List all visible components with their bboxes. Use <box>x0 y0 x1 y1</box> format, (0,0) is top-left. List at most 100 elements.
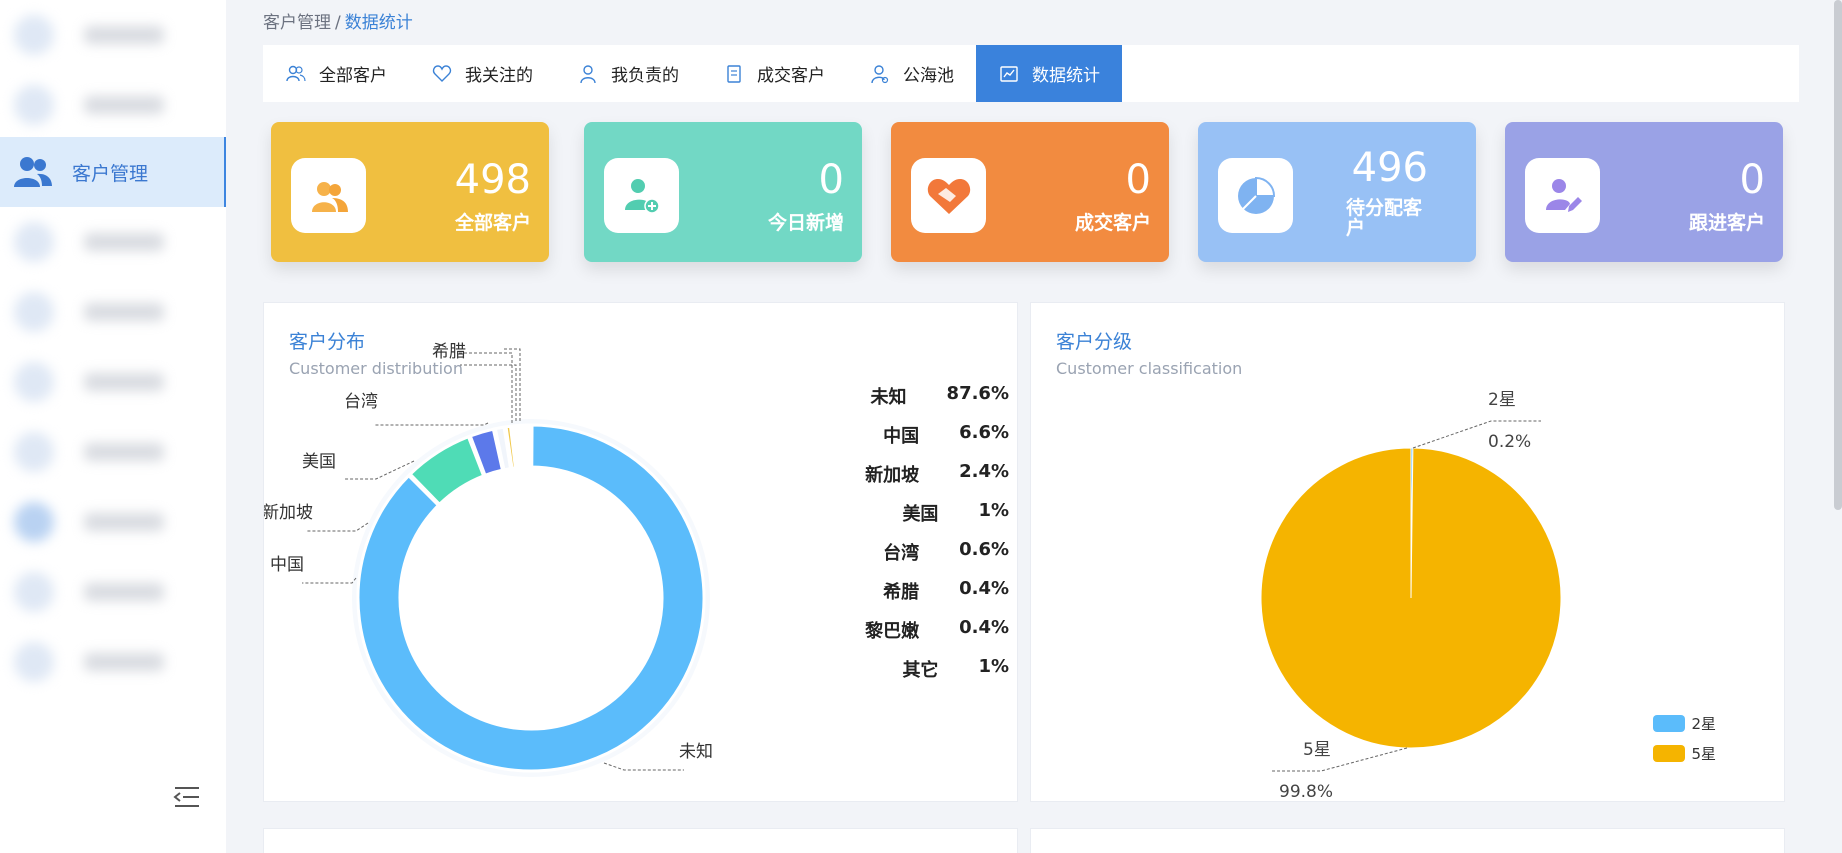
legend-name: 黎巴嫩 <box>865 621 920 642</box>
legend-swatch <box>1653 715 1686 732</box>
collapse-menu-icon[interactable] <box>172 782 202 812</box>
handshake-icon <box>911 158 986 233</box>
distribution-legend: 未知 87.6% 中国 6.6% 新加坡 2.4% 美国 1% 台湾 0.6% 希腊 0.4% 黎巴嫩 0… <box>829 383 1009 695</box>
tab-bar: 全部客户 我关注的 我负责的 成交客户 公海池 数据统计 <box>263 45 1799 102</box>
legend-label: 5星 <box>1691 745 1716 763</box>
sidebar-item-customer-management[interactable]: 客户管理 <box>0 137 226 207</box>
stat-card-all-customers[interactable]: 498 全部客户 <box>271 122 549 262</box>
stat-label: 跟进客户 <box>1688 212 1765 234</box>
users-icon <box>291 158 366 233</box>
leader-line <box>460 364 517 421</box>
legend-row: 美国 1% <box>829 500 1009 539</box>
legend-item-2-star[interactable]: 2星 <box>1653 713 1716 734</box>
legend-value: 0.6% <box>959 539 1009 560</box>
legend-value: 6.6% <box>959 422 1009 443</box>
customer-distribution-panel: 客户分布 Customer distribution 未知 中国 新加坡 美国 台湾 希腊… <box>263 302 1018 802</box>
legend-value: 0.4% <box>959 578 1009 599</box>
sidebar-item-4[interactable] <box>0 207 226 277</box>
sidebar: 客户管理 <box>0 0 226 853</box>
tab-all-customers[interactable]: 全部客户 <box>263 45 409 102</box>
slice-label: 未知 <box>679 742 713 762</box>
stat-value: 498 <box>454 157 531 203</box>
pie-chart-icon <box>1218 158 1293 233</box>
breadcrumb-parent[interactable]: 客户管理 <box>263 13 331 33</box>
legend-value: 0.4% <box>959 617 1009 638</box>
stat-card-closed-deals[interactable]: 0 成交客户 <box>891 122 1169 262</box>
sidebar-item-2[interactable] <box>0 70 226 140</box>
tab-label: 我关注的 <box>465 66 533 86</box>
legend-value: 87.6% <box>946 383 1009 404</box>
sidebar-item-1[interactable] <box>0 0 226 70</box>
legend-name: 未知 <box>870 387 907 408</box>
user-settings-icon <box>869 63 891 85</box>
tab-data-statistics[interactable]: 数据统计 <box>976 45 1122 102</box>
tab-label: 数据统计 <box>1032 66 1100 86</box>
leader-line <box>603 762 684 771</box>
leader-line <box>306 522 369 532</box>
document-icon <box>723 63 745 85</box>
stat-value: 0 <box>1739 157 1765 203</box>
page-scrollbar[interactable] <box>1834 0 1842 510</box>
tab-closed-deals[interactable]: 成交客户 <box>701 45 847 102</box>
edit-user-icon <box>1525 158 1600 233</box>
legend-row: 希腊 0.4% <box>829 578 1009 617</box>
sidebar-item-7[interactable] <box>0 417 226 487</box>
breadcrumb-separator: / <box>335 13 341 33</box>
breadcrumb-current: 数据统计 <box>344 13 413 33</box>
tab-public-pool[interactable]: 公海池 <box>847 45 976 102</box>
leader-line <box>1271 747 1408 772</box>
bottom-panel-right <box>1030 828 1785 853</box>
sidebar-item-6[interactable] <box>0 347 226 417</box>
stat-card-follow-up[interactable]: 0 跟进客户 <box>1505 122 1783 262</box>
tab-label: 成交客户 <box>757 66 825 86</box>
leader-line <box>459 352 513 423</box>
legend-row: 黎巴嫩 0.4% <box>829 617 1009 656</box>
slice-label: 希腊 <box>432 342 466 362</box>
tab-following[interactable]: 我关注的 <box>409 45 555 102</box>
legend-name: 其它 <box>902 660 939 681</box>
stat-card-new-today[interactable]: 0 今日新增 <box>584 122 862 262</box>
legend-swatch <box>1653 745 1686 762</box>
customer-classification-panel: 客户分级 Customer classification 2星 0.2% 5星 99.… <box>1030 302 1785 802</box>
slice-label: 新加坡 <box>264 503 313 523</box>
tab-responsible[interactable]: 我负责的 <box>555 45 701 102</box>
users-icon <box>285 63 307 85</box>
slice-label: 台湾 <box>344 392 378 412</box>
stat-label: 待分配客户 <box>1346 197 1423 239</box>
stat-card-unassigned[interactable]: 496 待分配客户 <box>1198 122 1476 262</box>
tab-label: 我负责的 <box>611 66 679 86</box>
sidebar-item-8[interactable] <box>0 487 226 557</box>
sidebar-item-10[interactable] <box>0 627 226 697</box>
legend-name: 希腊 <box>883 582 920 603</box>
stat-label: 成交客户 <box>1074 212 1151 234</box>
chart-icon <box>998 63 1020 85</box>
donut-slice-7[interactable] <box>519 423 532 469</box>
legend-row: 台湾 0.6% <box>829 539 1009 578</box>
legend-value: 2.4% <box>959 461 1009 482</box>
slice-label: 美国 <box>302 452 336 472</box>
sidebar-item-label: 客户管理 <box>72 162 149 185</box>
leader-line <box>374 422 489 426</box>
breadcrumb: 客户管理 / 数据统计 <box>263 8 413 33</box>
sidebar-item-5[interactable] <box>0 277 226 347</box>
legend-name: 台湾 <box>883 543 920 564</box>
legend-item-5-star[interactable]: 5星 <box>1653 743 1716 764</box>
heart-icon <box>431 63 453 85</box>
stat-label: 今日新增 <box>767 212 844 234</box>
add-user-icon <box>604 158 679 233</box>
tab-label: 公海池 <box>903 66 954 86</box>
leader-line <box>302 577 357 584</box>
legend-label: 2星 <box>1691 715 1716 733</box>
legend-value: 1% <box>978 500 1009 521</box>
legend-value: 1% <box>978 656 1009 677</box>
legend-row: 其它 1% <box>829 656 1009 695</box>
slice-label: 中国 <box>270 555 304 575</box>
sidebar-item-9[interactable] <box>0 557 226 627</box>
stat-value: 496 <box>1351 145 1428 191</box>
legend-name: 新加坡 <box>865 465 920 486</box>
stat-label: 全部客户 <box>454 212 531 234</box>
slice-label: 2星 <box>1488 390 1516 410</box>
slice-value: 0.2% <box>1488 432 1531 452</box>
legend-row: 未知 87.6% <box>829 383 1009 422</box>
pie-slice-1[interactable] <box>1260 447 1562 749</box>
